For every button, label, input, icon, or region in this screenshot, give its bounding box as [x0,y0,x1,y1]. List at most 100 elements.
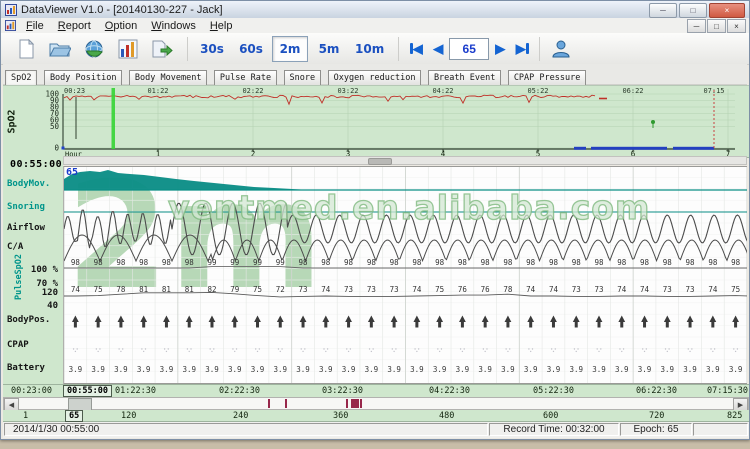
battery-value: 3.9 [638,365,652,374]
next-epoch-icon[interactable]: ▶ [489,37,511,61]
battery-value: 3.9 [205,365,219,374]
interval-30s-button[interactable]: 30s [194,36,230,62]
bar-chart-icon[interactable] [113,36,143,62]
spo2-value: 98 [412,258,422,267]
mdi-minimize-icon[interactable]: ─ [687,19,706,33]
timeline-event-tick [268,399,270,408]
window-controls: ─ □ × [647,3,745,18]
spo2-value: 98 [481,258,491,267]
timeline-time-label: 02:22:30 [219,386,260,396]
cpap-mark [464,348,465,349]
cpap-mark [304,348,305,349]
spo2-overview-panel[interactable]: SpO2 10090807060500123456700:2301:2202:2… [3,85,749,158]
pulse-value: 74 [321,285,331,294]
epoch-detail-chart[interactable]: 2m 98743.998753.998783.998813.998813.998… [63,166,747,384]
interval-2m-button[interactable]: 2m [272,36,308,62]
cpap-mark [532,348,533,349]
close-icon[interactable]: × [709,3,745,18]
pulse-value: 74 [640,285,650,294]
pulse-value: 73 [299,285,308,294]
battery-value: 3.9 [547,365,561,374]
splitter-scroll-thumb[interactable] [368,158,392,165]
spo2-value: 99 [253,258,262,267]
timeline-epoch-label: 480 [439,411,454,421]
first-epoch-icon[interactable]: ◀ [405,37,427,61]
cpap-mark [395,348,396,349]
interval-60s-button[interactable]: 60s [233,36,269,62]
interval-10m-button[interactable]: 10m [350,36,389,62]
timeline-event-tick [285,399,287,408]
cpap-mark [209,348,210,349]
cpap-mark [646,348,647,349]
minimize-icon[interactable]: ─ [649,3,677,18]
epoch-number-input[interactable] [449,38,489,60]
globe-refresh-icon[interactable] [79,36,109,62]
spo2-value: 98 [185,258,195,267]
timeline-time-label: 03:22:30 [322,386,363,396]
timeline-time-label: 00:23:00 [11,386,52,396]
spo2-value: 98 [526,258,536,267]
battery-value: 3.9 [683,365,697,374]
cpap-mark [710,348,711,349]
cpap-mark [600,348,601,349]
label-bodymov: BodyMov. [7,179,50,189]
open-folder-icon[interactable] [45,36,75,62]
overview-time-label: 04:22 [432,87,453,95]
mdi-window-controls: ─ □ × [686,19,746,33]
menu-file[interactable]: File [19,20,51,32]
timeline-time-label: 06:22:30 [636,386,677,396]
pulse-value: 81 [185,285,194,294]
panel-splitter-scrollbar[interactable] [63,156,747,165]
status-record-time: Record Time: 00:32:00 [503,424,604,435]
menu-help[interactable]: Help [203,20,240,32]
new-file-icon[interactable] [11,36,41,62]
overview-time-label: 00:23 [64,87,85,95]
spo2-value: 98 [367,258,377,267]
cpap-mark [441,348,442,349]
overview-usage-segment [591,147,667,150]
patient-icon[interactable] [546,36,576,62]
pulse-value: 73 [686,285,695,294]
cpap-mark [327,348,328,349]
menu-report[interactable]: Report [51,20,98,32]
watermark-site: ventmed.en.alibaba.com [168,188,650,227]
export-icon[interactable] [147,36,177,62]
cpap-mark [621,351,622,352]
spo2-value: 98 [663,258,673,267]
timeline-event-tick [351,399,359,408]
menu-option[interactable]: Option [98,20,144,32]
prev-epoch-icon[interactable]: ◀ [427,37,449,61]
bodymov-activity-area [64,170,310,190]
battery-value: 3.9 [69,365,83,374]
overview-ytick-label: 50 [50,122,60,131]
cpap-mark [371,351,372,352]
cpap-mark [619,348,620,349]
maximize-icon[interactable]: □ [679,3,707,18]
cpap-mark [187,348,188,349]
cpap-mark [505,348,506,349]
timeline-time-label: 05:22:30 [533,386,574,396]
interval-5m-button[interactable]: 5m [311,36,347,62]
status-empty-panel [693,423,748,436]
status-bar: 2014/1/30 00:55:00 Record Time: 00:32:00… [3,422,749,438]
timeline-scrollbar[interactable]: ◀ ▶ [3,397,749,410]
cpap-mark [346,348,347,349]
menu-windows[interactable]: Windows [144,20,203,32]
mdi-restore-icon[interactable]: □ [707,19,726,33]
mdi-document-icon[interactable] [5,20,16,31]
overview-ytick-label: 0 [54,144,59,153]
battery-value: 3.9 [274,365,288,374]
last-epoch-icon[interactable]: ▶ [511,37,533,61]
cpap-mark [325,351,326,352]
pulse-value: 74 [71,285,81,294]
cpap-mark [118,348,119,349]
spo2-value: 98 [94,258,104,267]
mdi-close-icon[interactable]: × [727,19,746,33]
cpap-mark [714,348,715,349]
cpap-mark [302,351,303,352]
cpap-mark [122,348,123,349]
title-bar[interactable]: DataViewer V1.0 - [20140130-227 - Jack] … [1,1,749,19]
spo2-value: 98 [503,258,513,267]
pulse-value: 73 [344,285,353,294]
spo2-value: 98 [162,258,172,267]
